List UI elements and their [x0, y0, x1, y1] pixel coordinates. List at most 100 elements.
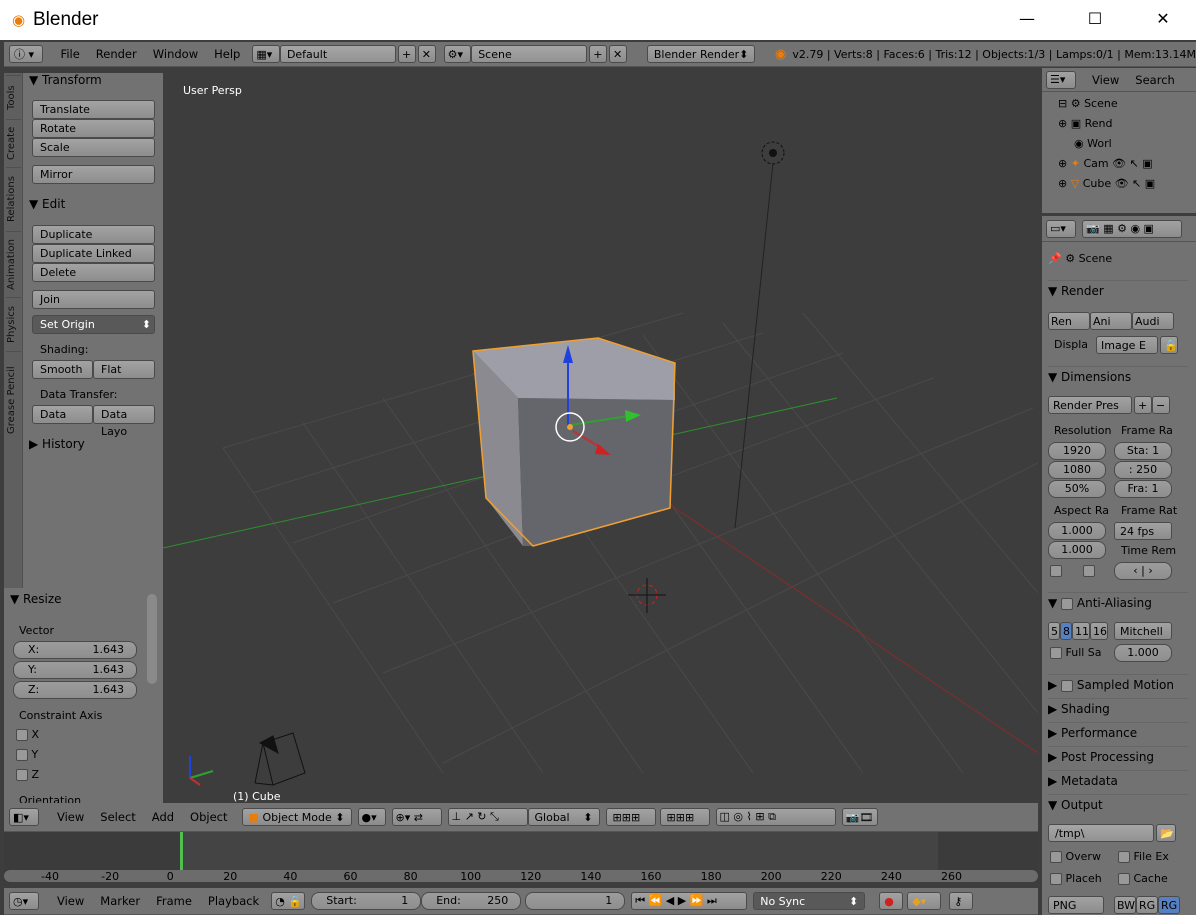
placeholders-checkbox[interactable]: Placeh [1050, 872, 1102, 885]
maximize-button[interactable]: ☐ [1072, 6, 1118, 32]
menu-window[interactable]: Window [145, 47, 206, 61]
tab-grease-pencil[interactable]: Grease Pencil [6, 351, 21, 449]
render-presets-select[interactable]: Render Pres [1048, 396, 1132, 414]
audio-button[interactable]: Audi [1132, 312, 1174, 330]
render-engine-select[interactable]: Blender Render ⬍ [646, 45, 756, 63]
mirror-button[interactable]: Mirror [32, 165, 155, 184]
tab-create[interactable]: Create [6, 119, 21, 167]
menu-frame[interactable]: Frame [148, 894, 200, 908]
editor-type-info-icon[interactable]: ⓘ ▾ [9, 45, 43, 63]
frame-end-field[interactable]: : 250 [1114, 461, 1172, 479]
menu-add[interactable]: Add [144, 810, 182, 824]
render-icons[interactable]: 📷🎞 [841, 808, 878, 826]
menu-select[interactable]: Select [92, 810, 143, 824]
time-remap-field[interactable]: ‹ | › [1114, 562, 1172, 580]
layer-buttons[interactable]: ⊞⊞⊞ [605, 808, 656, 826]
sync-select[interactable]: No Sync ⬍ [753, 892, 866, 910]
duplicate-button[interactable]: Duplicate [32, 225, 155, 244]
scene-remove-icon[interactable]: ✕ [609, 45, 627, 63]
menu-view[interactable]: View [49, 810, 92, 824]
sampled-motion-panel-header[interactable]: ▶ Sampled Motion [1048, 674, 1188, 692]
lock-icon[interactable]: 🔒 [1160, 336, 1178, 354]
filter-size-field[interactable]: 1.000 [1114, 644, 1172, 662]
smooth-button[interactable]: Smooth [32, 360, 93, 379]
full-sample-checkbox[interactable]: Full Sa [1050, 646, 1102, 659]
panel-edit-header[interactable]: ▼ Edit [29, 197, 65, 211]
aa-filter-select[interactable]: Mitchell [1114, 622, 1172, 640]
flat-button[interactable]: Flat [93, 360, 155, 379]
menu-marker[interactable]: Marker [92, 894, 148, 908]
shading-panel-header[interactable]: ▶ Shading [1048, 698, 1188, 716]
cache-checkbox[interactable]: Cache [1118, 872, 1168, 885]
scene-add-icon[interactable]: + [589, 45, 608, 63]
lamp-icon[interactable] [761, 141, 785, 165]
layout-add-icon[interactable]: + [397, 45, 416, 63]
aa-11-button[interactable]: 11 [1072, 622, 1090, 640]
rotate-button[interactable]: Rotate [32, 119, 155, 138]
editor-type-outliner-icon[interactable]: ☰▾ [1046, 70, 1076, 89]
aa-8-button[interactable]: 8 [1060, 622, 1072, 640]
aspect-x-field[interactable]: 1.000 [1048, 522, 1106, 540]
resolution-x-field[interactable]: 1920 [1048, 442, 1106, 460]
menu-object[interactable]: Object [182, 810, 235, 824]
menu-search[interactable]: Search [1127, 73, 1183, 87]
transform-orientation-select[interactable]: Global ⬍ [527, 808, 600, 826]
close-button[interactable]: ✕ [1140, 6, 1186, 32]
menu-help[interactable]: Help [206, 47, 248, 61]
preset-remove-icon[interactable]: − [1152, 396, 1170, 414]
outliner-item-camera[interactable]: ⊕ ✦ Cam 👁 ↖ ▣ [1058, 157, 1153, 170]
crop-checkboxes[interactable] [1050, 564, 1095, 577]
data-button[interactable]: Data [32, 405, 93, 424]
constraint-x-checkbox[interactable]: X [16, 728, 39, 741]
panel-transform-header[interactable]: ▼ Transform [29, 73, 102, 87]
metadata-panel-header[interactable]: ▶ Metadata [1048, 770, 1188, 788]
menu-playback[interactable]: Playback [200, 894, 267, 908]
layout-browse-icon[interactable]: ▦▾ [252, 45, 280, 63]
performance-panel-header[interactable]: ▶ Performance [1048, 722, 1188, 740]
vector-y-field[interactable]: Y: 1.643 [13, 661, 137, 679]
minimize-button[interactable]: — [1004, 6, 1050, 32]
end-frame-field[interactable]: End: 250 [421, 892, 522, 910]
outliner-item-world[interactable]: ◉ Worl [1074, 137, 1112, 150]
render-panel-header[interactable]: ▼ Render [1048, 280, 1188, 298]
start-frame-field[interactable]: Start: 1 [311, 892, 422, 910]
resize-header[interactable]: ▼ Resize [10, 592, 62, 606]
rgb-button[interactable]: RG [1136, 896, 1158, 914]
3d-cursor-icon[interactable] [628, 578, 666, 613]
menu-render[interactable]: Render [88, 47, 145, 61]
editor-type-properties-icon[interactable]: ▭▾ [1046, 219, 1076, 238]
preview-range-icon[interactable]: ◔ 🔒 [271, 892, 306, 910]
rgba-button[interactable]: RG [1158, 896, 1180, 914]
constraint-z-checkbox[interactable]: Z [16, 768, 39, 781]
bw-button[interactable]: BW [1114, 896, 1136, 914]
animation-button[interactable]: Ani [1090, 312, 1132, 330]
data-layo-button[interactable]: Data Layo [93, 405, 155, 438]
overwrite-checkbox[interactable]: Overw [1050, 850, 1101, 863]
folder-icon[interactable]: 📂 [1156, 824, 1176, 842]
layer-buttons-2[interactable]: ⊞⊞⊞ [659, 808, 710, 826]
viewport-shading-icon[interactable]: ●▾ [357, 808, 386, 826]
current-frame-marker[interactable] [180, 832, 183, 870]
keyframe-insert-icon[interactable]: ⚷ [949, 892, 974, 910]
record-icon[interactable]: ● [879, 892, 904, 910]
outliner-item-cube[interactable]: ⊕ ▽ Cube 👁 ↖ ▣ [1058, 177, 1155, 190]
set-origin-select[interactable]: Set Origin ⬍ [32, 315, 155, 334]
layout-remove-icon[interactable]: ✕ [417, 45, 436, 63]
playback-controls[interactable]: ⏮ ⏪ ◀ ▶ ⏩ ⏭ [631, 892, 748, 910]
editor-type-timeline-icon[interactable]: ◷▾ [9, 892, 39, 910]
manipulator-icons[interactable]: ⊥ ↗ ↻ ⤡ [447, 808, 528, 826]
panel-history-header[interactable]: ▶ History [29, 437, 85, 451]
context-tabs-icons[interactable]: 📷 ▦ ⚙ ◉ ▣ [1082, 219, 1182, 238]
scale-button[interactable]: Scale [32, 138, 155, 157]
duplicate-linked-button[interactable]: Duplicate Linked [32, 244, 155, 263]
camera-icon[interactable] [254, 732, 306, 786]
display-select[interactable]: Image E [1096, 336, 1158, 354]
delete-button[interactable]: Delete [32, 263, 155, 282]
menu-view[interactable]: View [49, 894, 92, 908]
frame-start-field[interactable]: Sta: 1 [1114, 442, 1172, 460]
dimensions-panel-header[interactable]: ▼ Dimensions [1048, 366, 1188, 384]
3d-viewport[interactable]: User Persp (1) Cube [163, 73, 1038, 803]
post-processing-panel-header[interactable]: ▶ Post Processing [1048, 746, 1188, 764]
layout-name-field[interactable]: Default [279, 45, 396, 63]
aa-5-button[interactable]: 5 [1048, 622, 1060, 640]
